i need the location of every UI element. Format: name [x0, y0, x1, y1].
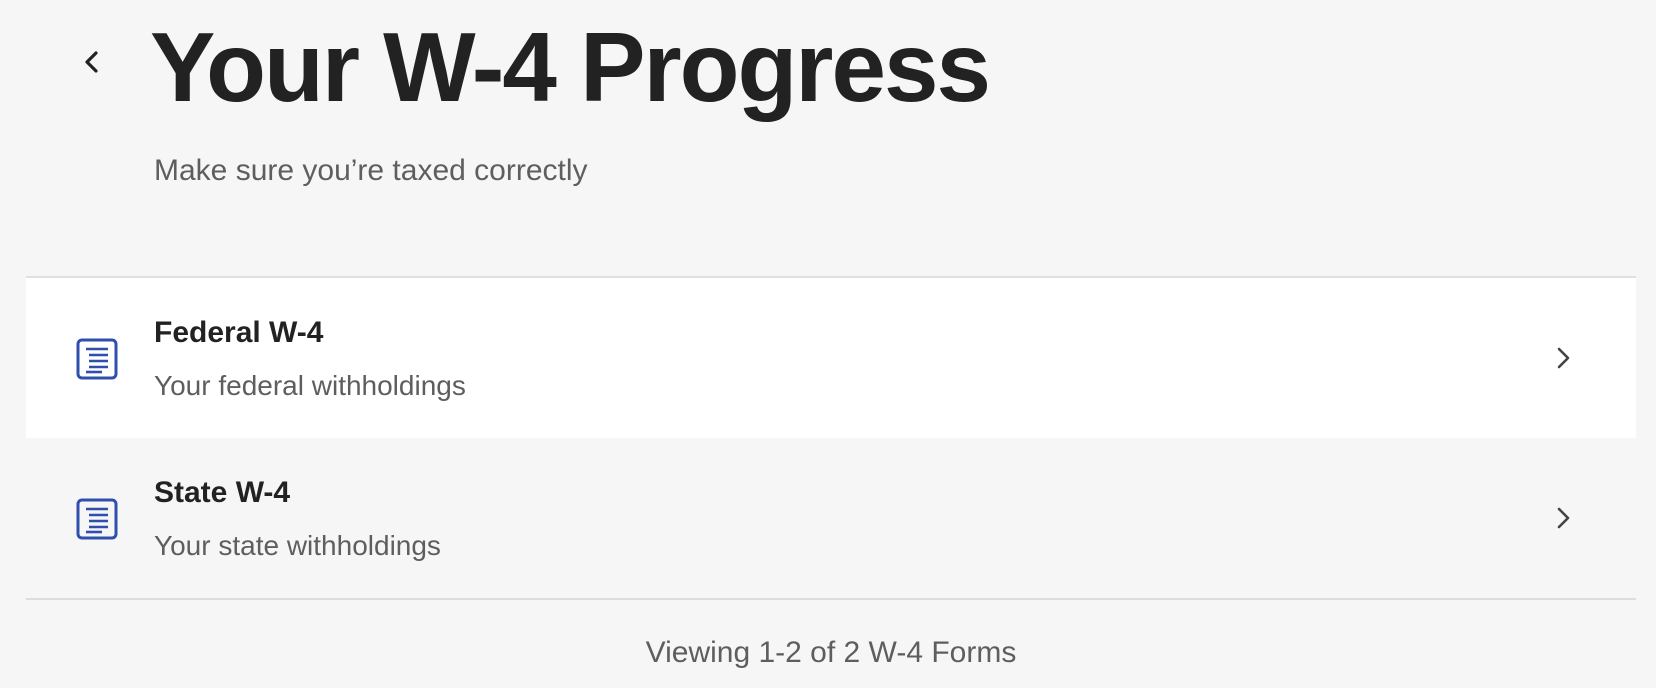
chevron-left-icon	[85, 51, 98, 73]
form-row-federal-w4[interactable]: Federal W-4 Your federal withholdings	[26, 278, 1636, 438]
w4-form-list: Federal W-4 Your federal withholdings St…	[26, 276, 1636, 600]
form-row-description: Your state withholdings	[154, 530, 441, 561]
form-row-state-w4[interactable]: State W-4 Your state withholdings	[26, 438, 1636, 598]
pagination-status: Viewing 1-2 of 2 W-4 Forms	[645, 636, 1017, 669]
form-row-description: Your federal withholdings	[154, 370, 466, 401]
chevron-right-icon	[1557, 347, 1570, 369]
back-button[interactable]	[66, 36, 118, 88]
page-subtitle: Make sure you’re taxed correctly	[154, 154, 588, 187]
form-row-title: Federal W-4	[154, 316, 324, 349]
page-title: Your W-4 Progress	[150, 12, 991, 122]
document-icon	[76, 338, 118, 380]
w4-progress-page: Your W-4 Progress Make sure you’re taxed…	[0, 0, 1656, 688]
form-row-title: State W-4	[154, 476, 291, 509]
chevron-right-icon	[1557, 507, 1570, 529]
document-icon	[76, 498, 118, 540]
